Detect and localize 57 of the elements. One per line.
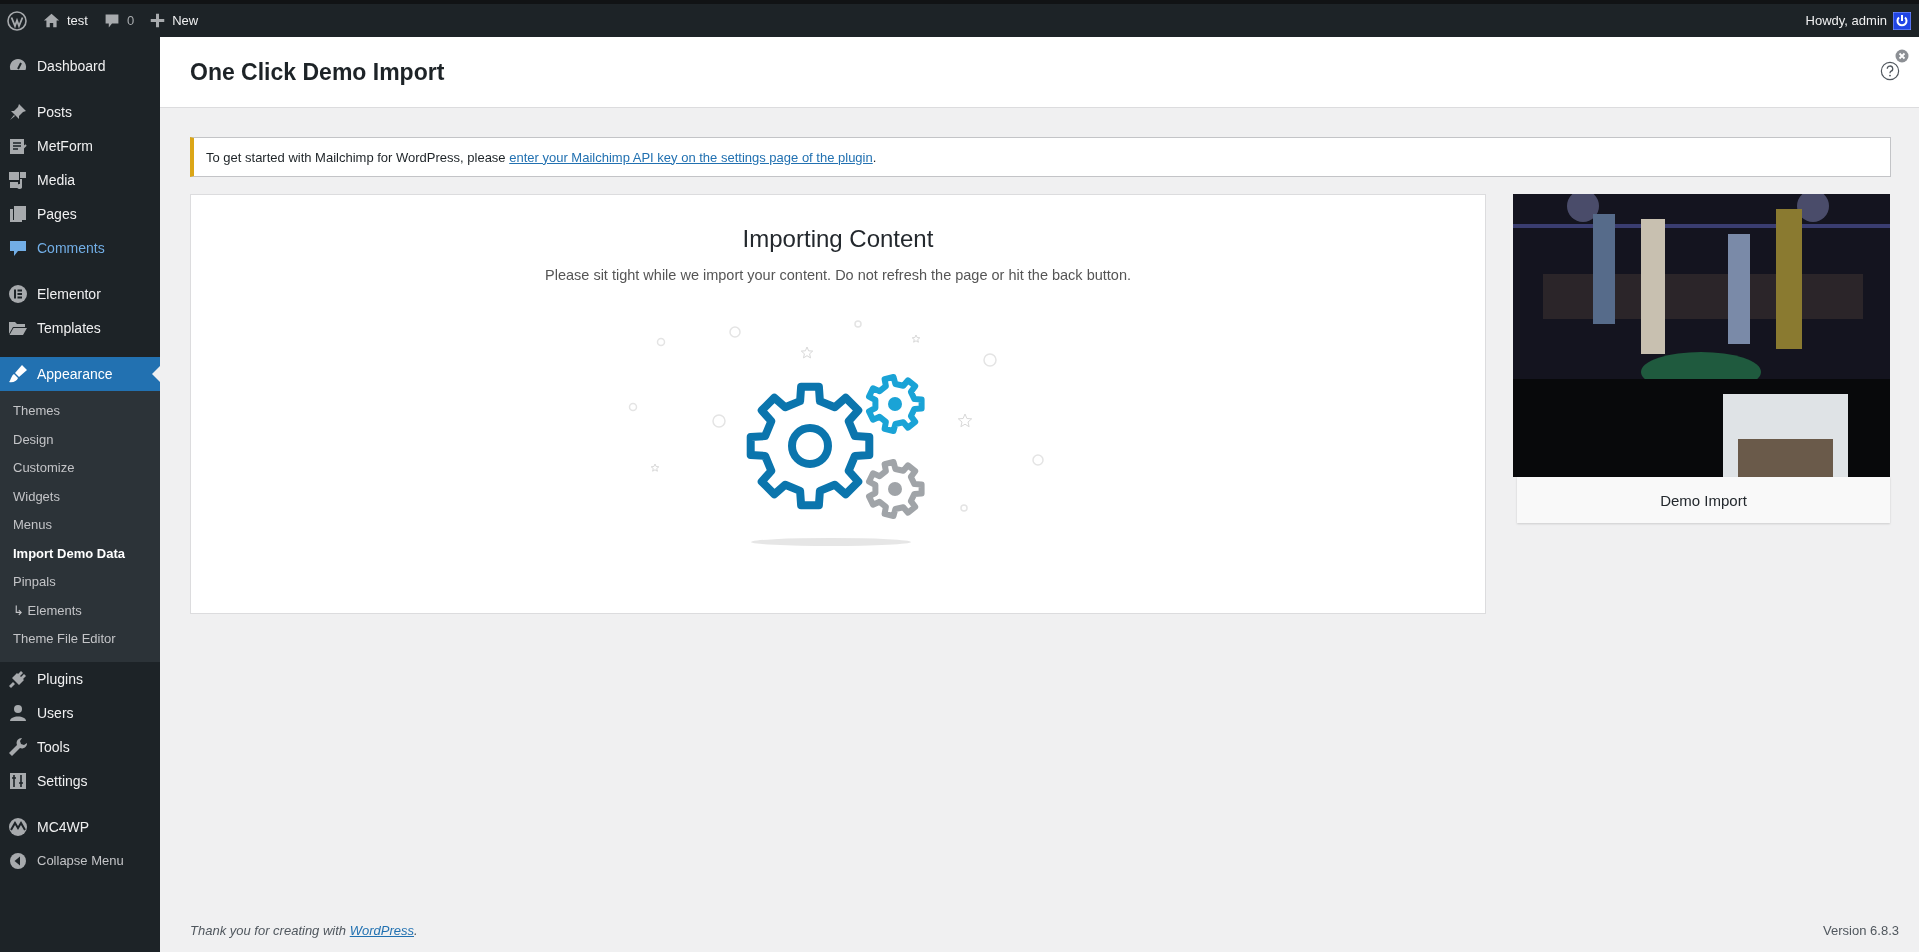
notice-text: To get started with Mailchimp for WordPress, please enter your Mailchimp API key on the settings page of the plugin. [206, 149, 877, 165]
menu-item[interactable]: MC4WP [0, 809, 160, 844]
speech-bubble-icon [103, 12, 120, 29]
power-icon[interactable] [1893, 11, 1911, 30]
settings-link[interactable]: enter your Mailchimp API key on the settings page of the plugin [509, 149, 873, 165]
wordpress-logo-icon[interactable] [7, 10, 27, 31]
footer-text: Thank you for creating with WordPress. [190, 922, 418, 938]
help-icon[interactable] [1880, 61, 1900, 81]
site-name-link[interactable]: test [43, 12, 88, 29]
menu-item[interactable]: Users [0, 695, 160, 730]
menu-item[interactable]: Settings [0, 763, 160, 798]
home-icon [43, 12, 60, 29]
media-icon [8, 170, 28, 190]
menu-item[interactable]: Pages [0, 197, 160, 231]
mc4wp-logo-icon [8, 816, 28, 837]
greeting-text: Howdy, admin [1805, 13, 1887, 28]
collapse-icon [8, 850, 28, 871]
menu-item[interactable]: MetForm [0, 129, 160, 163]
menu-item[interactable]: Posts [0, 95, 160, 129]
submenu-item[interactable]: Design [0, 425, 160, 454]
menu-item[interactable]: Templates [0, 311, 160, 345]
close-icon[interactable] [1895, 49, 1909, 63]
page-title: One Click Demo Import [190, 58, 445, 86]
submenu-item[interactable]: ↳ Elements [0, 596, 160, 625]
submenu-item[interactable]: Widgets [0, 482, 160, 511]
menu-item[interactable]: Dashboard [0, 49, 160, 83]
menu-item[interactable]: Plugins [0, 661, 160, 696]
submenu-item[interactable]: Customize [0, 454, 160, 483]
menu-item[interactable]: Comments [0, 231, 160, 265]
plus-icon [150, 13, 166, 28]
import-title: Importing Content [742, 225, 934, 253]
plug-icon [8, 668, 28, 689]
version-text: Version 6.8.3 [1823, 922, 1899, 938]
import-message: Please sit tight while we import your content. Do not refresh the page or hit the back button. [545, 267, 1131, 283]
menu-item[interactable]: Appearance [0, 357, 160, 391]
new-content-link[interactable]: New [150, 13, 199, 28]
pushpin-icon [8, 102, 28, 122]
menu-item[interactable]: Elementor [0, 277, 160, 311]
elementor-icon [8, 284, 28, 304]
submenu-item[interactable]: Theme File Editor [0, 625, 160, 654]
wrench-icon [8, 736, 28, 757]
wordpress-link[interactable]: WordPress [349, 922, 414, 938]
comments-link[interactable]: 0 [103, 12, 135, 29]
sliders-icon [8, 770, 28, 791]
form-icon [8, 136, 28, 156]
submenu-item[interactable]: Pinpals [0, 568, 160, 597]
speech-bubble-icon [8, 238, 28, 258]
user-icon [8, 702, 28, 723]
paintbrush-icon [8, 364, 28, 384]
menu-item[interactable]: Collapse Menu [0, 843, 160, 878]
submenu-item[interactable]: Menus [0, 511, 160, 540]
submenu-item[interactable]: Themes [0, 397, 160, 426]
submenu-item[interactable]: Import Demo Data [0, 539, 160, 568]
menu-item[interactable]: Tools [0, 729, 160, 764]
demo-caption: Demo Import [1660, 491, 1747, 509]
menu-item[interactable]: Media [0, 163, 160, 197]
pages-icon [8, 204, 28, 224]
